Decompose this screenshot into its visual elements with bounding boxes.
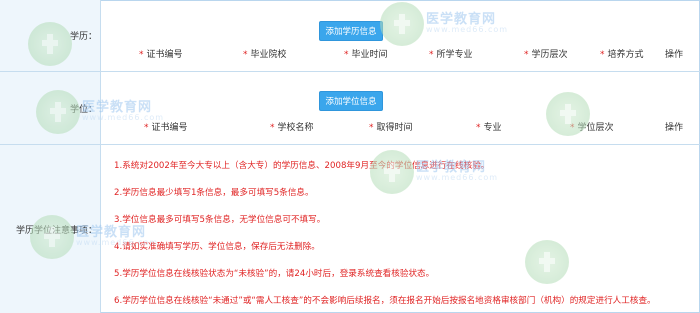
medical-cross-icon	[50, 102, 66, 122]
required-mark: *	[243, 50, 248, 60]
required-mark: *	[344, 50, 349, 60]
watermark-url: www.med66.com	[76, 238, 159, 247]
education-col-action: 操作	[665, 50, 684, 60]
required-mark: *	[270, 123, 275, 133]
education-col-school: * 毕业院校	[243, 50, 287, 60]
required-mark: *	[369, 123, 374, 133]
medical-cross-icon	[560, 104, 576, 124]
watermark-logo: 医学教育网 www.med66.com	[36, 90, 236, 146]
medical-cross-icon	[384, 162, 400, 182]
required-mark: *	[600, 50, 605, 60]
required-mark: *	[476, 123, 481, 133]
note-item: 2.学历信息最少填写1条信息，最多可填写5条信息。	[114, 188, 314, 198]
degree-col-date: * 取得时间	[369, 123, 413, 133]
add-education-button[interactable]: 添加学历信息	[319, 21, 383, 41]
watermark-url: www.med66.com	[426, 25, 509, 34]
watermark-logo: 医学教育网 www.med66.com	[370, 150, 570, 206]
required-mark: *	[139, 50, 144, 60]
degree-col-action: 操作	[665, 123, 684, 133]
medical-cross-icon	[539, 252, 555, 272]
degree-col-major: * 专业	[476, 123, 502, 133]
watermark-logo	[546, 92, 602, 148]
add-degree-button[interactable]: 添加学位信息	[319, 91, 383, 111]
watermark-logo: 医学教育网 www.med66.com	[30, 215, 230, 271]
watermark-url: www.med66.com	[82, 113, 165, 122]
watermark-logo	[28, 22, 84, 78]
watermark-url: www.med66.com	[416, 173, 499, 182]
medical-cross-icon	[44, 227, 60, 247]
watermark-logo: 医学教育网 www.med66.com	[380, 2, 580, 58]
degree-col-school: * 学校名称	[270, 123, 314, 133]
medical-cross-icon	[394, 14, 410, 34]
education-col-cert-no: * 证书编号	[139, 50, 183, 60]
watermark-logo	[525, 240, 581, 296]
medical-cross-icon	[42, 34, 58, 54]
education-col-training: * 培养方式	[600, 50, 644, 60]
education-row: 学历： 添加学历信息 * 证书编号 * 毕业院校 * 毕业时间 * 所学专业 * 学历层次…	[0, 0, 700, 72]
